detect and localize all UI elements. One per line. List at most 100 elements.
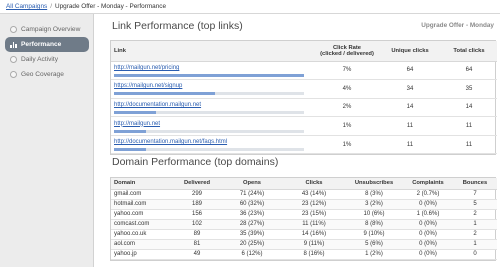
table-row: comcast.com 102 28 (27%) 11 (11%) 8 (8%) 0 (0… xyxy=(111,219,497,230)
unsubscribes-cell: 9 (10%) xyxy=(345,229,403,240)
link-url[interactable]: http://mailgun.net/pricing xyxy=(114,64,312,72)
click-share-bar-fill xyxy=(114,148,147,152)
table-row: aol.com 81 20 (25%) 9 (11%) 5 (6%) 0 (0%) 1 xyxy=(111,239,497,250)
complaints-cell: 2 (0.7%) xyxy=(403,189,453,200)
delivered-cell: 102 xyxy=(173,219,221,230)
sidebar-item-campaign-overview[interactable]: Campaign Overview xyxy=(5,22,89,37)
unsubscribes-cell: 1 (2%) xyxy=(345,249,403,260)
total-clicks-cell: 64 xyxy=(441,61,497,81)
domain-cell: yahoo.co.uk xyxy=(111,229,173,240)
unsubscribes-cell: 10 (6%) xyxy=(345,209,403,220)
domain-performance-table: Domain Delivered Opens Clicks Unsubscrib… xyxy=(111,178,497,260)
table-header-row: Link Click Rate (clicked / delivered) Uni… xyxy=(111,41,497,62)
total-clicks-cell: 11 xyxy=(441,116,497,136)
link-url[interactable]: http://mailgun.net xyxy=(114,120,312,128)
click-share-bar xyxy=(114,73,304,77)
bar-chart-icon xyxy=(10,41,17,48)
table-row: http://mailgun.net/pricing 7% 64 64 xyxy=(111,61,497,81)
domain-cell: gmail.com xyxy=(111,189,173,200)
click-share-bar-fill xyxy=(114,92,215,96)
clicks-cell: 8 (16%) xyxy=(283,249,345,260)
column-header-bounces: Bounces xyxy=(453,178,497,190)
breadcrumb-all-campaigns-link[interactable]: All Campaigns xyxy=(6,3,47,10)
sidebar-item-performance[interactable]: Performance xyxy=(5,37,89,52)
column-header-link: Link xyxy=(111,41,315,62)
link-url[interactable]: https://mailgun.net/signup xyxy=(114,82,312,90)
sidebar-item-label: Campaign Overview xyxy=(21,26,81,33)
clicks-cell: 14 (16%) xyxy=(283,229,345,240)
bounces-cell: 1 xyxy=(453,239,497,250)
link-cell: http://documentation.mailgun.net/faqs.ht… xyxy=(111,135,315,155)
unique-clicks-cell: 64 xyxy=(379,61,441,81)
bounces-cell: 5 xyxy=(453,199,497,210)
sidebar-item-daily-activity[interactable]: Daily Activity xyxy=(5,52,89,67)
delivered-cell: 189 xyxy=(173,199,221,210)
click-share-bar xyxy=(114,110,304,114)
link-url[interactable]: http://documentation.mailgun.net/faqs.ht… xyxy=(114,138,312,146)
click-rate-cell: 2% xyxy=(315,98,379,118)
bounces-cell: 2 xyxy=(453,209,497,220)
circle-icon xyxy=(10,71,17,78)
total-clicks-cell: 11 xyxy=(441,135,497,155)
delivered-cell: 89 xyxy=(173,229,221,240)
click-rate-sublabel: (clicked / delivered) xyxy=(320,50,374,57)
table-row: yahoo.jp 49 6 (12%) 8 (16%) 1 (2%) 0 (0%) 0 xyxy=(111,249,497,260)
complaints-cell: 0 (0%) xyxy=(403,219,453,230)
click-share-bar-fill xyxy=(114,129,147,133)
table-row: gmail.com 299 71 (24%) 43 (14%) 8 (3%) 2 (0.7… xyxy=(111,189,497,200)
click-share-bar-fill xyxy=(114,73,304,77)
link-cell: http://mailgun.net/pricing xyxy=(111,61,315,81)
sidebar-item-label: Geo Coverage xyxy=(21,71,64,78)
link-url[interactable]: http://documentation.mailgun.net xyxy=(114,101,312,109)
click-rate-cell: 1% xyxy=(315,116,379,136)
unique-clicks-cell: 11 xyxy=(379,116,441,136)
column-header-opens: Opens xyxy=(221,178,283,190)
clicks-cell: 11 (11%) xyxy=(283,219,345,230)
complaints-cell: 0 (0%) xyxy=(403,249,453,260)
clicks-cell: 23 (12%) xyxy=(283,199,345,210)
breadcrumb: All Campaigns / Upgrade Offer - Monday - P… xyxy=(0,0,500,14)
bounces-cell: 2 xyxy=(453,229,497,240)
click-share-bar xyxy=(114,129,304,133)
opens-cell: 35 (39%) xyxy=(221,229,283,240)
opens-cell: 60 (32%) xyxy=(221,199,283,210)
delivered-cell: 156 xyxy=(173,209,221,220)
column-header-domain: Domain xyxy=(111,178,173,190)
total-clicks-cell: 14 xyxy=(441,98,497,118)
click-share-bar xyxy=(114,148,304,152)
table-row: http://mailgun.net 1% 11 11 xyxy=(111,116,497,136)
unsubscribes-cell: 8 (8%) xyxy=(345,219,403,230)
delivered-cell: 299 xyxy=(173,189,221,200)
domain-cell: aol.com xyxy=(111,239,173,250)
column-header-clicks: Clicks xyxy=(283,178,345,190)
column-header-total-clicks: Total clicks xyxy=(441,41,497,62)
domain-cell: yahoo.com xyxy=(111,209,173,220)
click-rate-cell: 7% xyxy=(315,61,379,81)
table-row: https://mailgun.net/signup 4% 34 35 xyxy=(111,79,497,99)
clicks-cell: 43 (14%) xyxy=(283,189,345,200)
domain-performance-title: Domain Performance (top domains) xyxy=(112,156,279,168)
sidebar-item-geo-coverage[interactable]: Geo Coverage xyxy=(5,67,89,82)
total-clicks-cell: 35 xyxy=(441,79,497,99)
column-header-click-rate: Click Rate (clicked / delivered) xyxy=(315,41,379,62)
click-share-bar-fill xyxy=(114,110,156,114)
opens-cell: 20 (25%) xyxy=(221,239,283,250)
main-content: Link Performance (top links) Upgrade Off… xyxy=(100,14,500,267)
campaign-name: Upgrade Offer - Monday xyxy=(421,22,494,29)
domain-cell: hotmail.com xyxy=(111,199,173,210)
complaints-cell: 0 (0%) xyxy=(403,239,453,250)
table-row: http://documentation.mailgun.net/faqs.ht… xyxy=(111,135,497,155)
link-performance-title: Link Performance (top links) xyxy=(112,20,243,32)
link-performance-table: Link Click Rate (clicked / delivered) Uni… xyxy=(111,41,497,155)
click-share-bar xyxy=(114,92,304,96)
table-row: http://documentation.mailgun.net 2% 14 14 xyxy=(111,98,497,118)
table-header-row: Domain Delivered Opens Clicks Unsubscrib… xyxy=(111,178,497,190)
unsubscribes-cell: 8 (3%) xyxy=(345,189,403,200)
delivered-cell: 49 xyxy=(173,249,221,260)
unique-clicks-cell: 11 xyxy=(379,135,441,155)
link-cell: http://mailgun.net xyxy=(111,116,315,136)
circle-icon xyxy=(10,56,17,63)
column-header-delivered: Delivered xyxy=(173,178,221,190)
delivered-cell: 81 xyxy=(173,239,221,250)
complaints-cell: 1 (0.6%) xyxy=(403,209,453,220)
